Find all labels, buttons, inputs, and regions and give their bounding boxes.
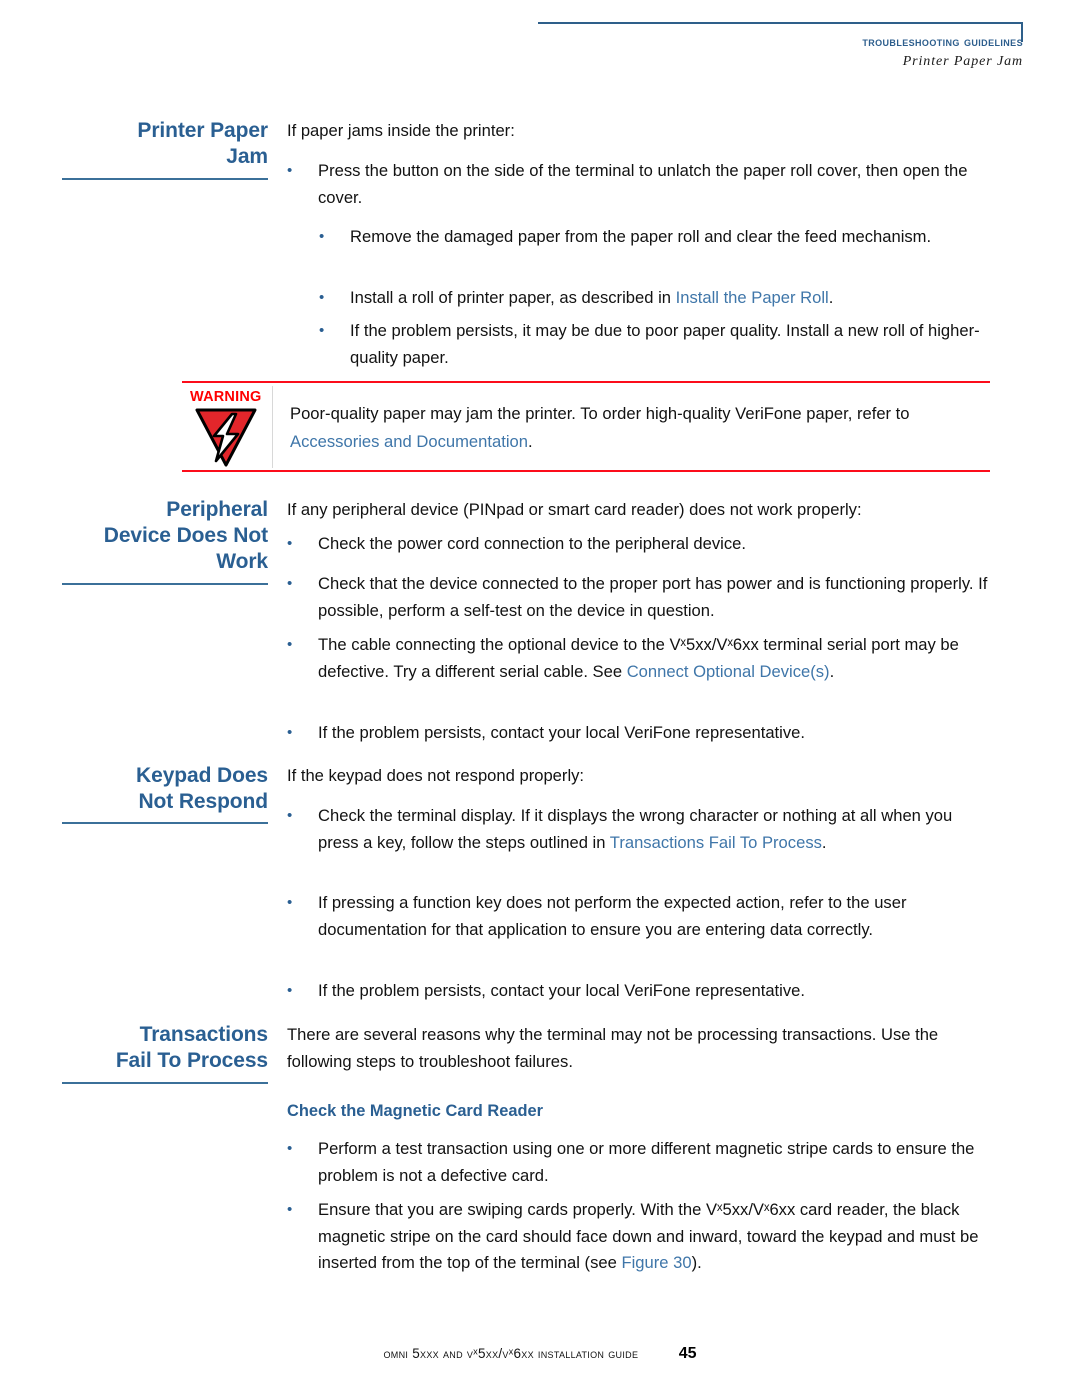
bullet-marker: • — [287, 535, 293, 552]
list-item-text: Remove the damaged paper from the paper … — [350, 227, 932, 246]
warning-top-rule — [182, 381, 990, 383]
list-item-text-before: Install a roll of printer paper, as desc… — [350, 288, 676, 307]
list-item-text-after: ). — [691, 1253, 702, 1272]
warning-bottom-rule — [182, 470, 990, 472]
list-item: • Check that the device connected to the… — [287, 571, 993, 624]
list-item: • Remove the damaged paper from the pape… — [319, 224, 993, 251]
list-item-text: If the problem persists, contact your lo… — [318, 981, 805, 1000]
cross-reference-link[interactable]: Install the Paper Roll — [676, 288, 829, 307]
cross-reference-link[interactable]: Connect Optional Device(s) — [627, 662, 830, 681]
list-item: • Press the button on the side of the te… — [287, 158, 993, 211]
list-item-text-after: . — [829, 661, 835, 681]
list-item-text: If pressing a function key does not perf… — [318, 893, 907, 939]
bullet-marker: • — [287, 807, 293, 824]
warning-cross-reference-link[interactable]: Accessories and Documentation — [290, 432, 528, 451]
header-section-subtitle: Printer Paper Jam — [902, 54, 1023, 69]
warning-text: Poor-quality paper may jam the printer. … — [290, 400, 990, 456]
warning-triangle-lightning-icon — [194, 406, 258, 468]
cross-reference-link[interactable]: Transactions Fail To Process — [610, 833, 822, 852]
list-item: • If the problem persists, it may be due… — [319, 318, 993, 371]
section-intro-keypad: If the keypad does not respond properly: — [287, 766, 585, 785]
bullet-marker: • — [287, 575, 293, 592]
section-heading-peripheral-device-does-not-work: Peripheral Device Does Not Work — [103, 498, 268, 573]
bullet-marker: • — [287, 982, 293, 999]
list-item-text: If the problem persists, it may be due t… — [350, 321, 980, 367]
section-heading-printer-paper-jam: Printer Paper Jam — [137, 119, 268, 168]
cross-reference-link[interactable]: Figure 30 — [621, 1253, 691, 1272]
document-page: Troubleshooting Guidelines Printer Paper… — [0, 0, 1080, 1397]
list-item: • The cable connecting the optional devi… — [287, 632, 993, 685]
section-heading-rule — [62, 583, 268, 585]
list-item: • If the problem persists, contact your … — [287, 720, 993, 747]
list-item-text: Check the power cord connection to the p… — [318, 534, 747, 553]
section-heading-rule — [62, 1082, 268, 1084]
page-footer: Omni 5xxx and Vˣ5xx/Vˣ6xx Installation G… — [0, 1345, 1080, 1363]
bullet-marker: • — [319, 228, 325, 245]
section-intro-transactions: There are several reasons why the termin… — [287, 1025, 939, 1071]
list-item: • If pressing a function key does not pe… — [287, 890, 993, 943]
section-heading-keypad-does-not-respond: Keypad Does Not Respond — [136, 764, 268, 813]
list-item: • If the problem persists, contact your … — [287, 978, 993, 1005]
bullet-marker: • — [287, 1140, 293, 1157]
bullet-marker: • — [319, 289, 325, 306]
warning-text-before: Poor-quality paper may jam the printer. … — [290, 404, 910, 423]
warning-divider — [272, 386, 273, 468]
bullet-marker: • — [287, 162, 293, 179]
section-heading-rule — [62, 178, 268, 180]
list-item: • Install a roll of printer paper, as de… — [319, 285, 993, 312]
list-item-text: Check that the device connected to the p… — [318, 574, 988, 620]
list-item-text: If the problem persists, contact your lo… — [318, 723, 805, 742]
header-chapter-title: Troubleshooting Guidelines — [862, 34, 1023, 49]
list-item-text: Install a roll of printer paper, as desc… — [350, 285, 993, 312]
bullet-marker: • — [287, 1201, 293, 1218]
bullet-marker: • — [287, 894, 293, 911]
list-item-text: Perform a test transaction using one or … — [318, 1139, 975, 1185]
list-item-text: The cable connecting the optional device… — [318, 632, 993, 685]
bullet-marker: • — [319, 322, 325, 339]
list-item: • Perform a test transaction using one o… — [287, 1136, 993, 1189]
section-heading-rule — [62, 822, 268, 824]
warning-text-after: . — [527, 432, 533, 451]
section-intro-peripheral-device: If any peripheral device (PINpad or smar… — [287, 500, 862, 519]
list-item-text-after: . — [828, 288, 834, 307]
list-item-text-after: . — [821, 832, 827, 852]
list-item-text: Check the terminal display. If it displa… — [318, 803, 993, 856]
warning-label: WARNING — [190, 389, 262, 405]
footer-page-number: 45 — [678, 1345, 697, 1362]
bullet-marker: • — [287, 724, 293, 741]
bullet-marker: • — [287, 636, 293, 653]
list-item-text: Ensure that you are swiping cards proper… — [318, 1197, 993, 1277]
list-item-text: Press the button on the side of the term… — [318, 161, 968, 207]
footer-guide-title: Omni 5xxx and Vˣ5xx/Vˣ6xx Installation G… — [383, 1346, 639, 1361]
subheading-check-the-magnetic-card-reader: Check the Magnetic Card Reader — [287, 1102, 543, 1120]
list-item: • Ensure that you are swiping cards prop… — [287, 1197, 993, 1277]
list-item: • Check the power cord connection to the… — [287, 531, 993, 558]
header-rule — [538, 22, 1023, 24]
list-item: • Check the terminal display. If it disp… — [287, 803, 993, 856]
section-intro-printer-paper-jam: If paper jams inside the printer: — [287, 121, 515, 140]
section-heading-transactions-fail-to-process: Transactions Fail To Process — [115, 1023, 268, 1072]
